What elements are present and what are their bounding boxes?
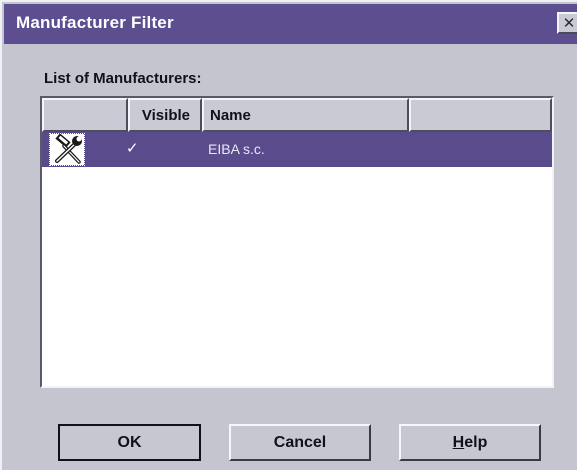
column-header-icon[interactable] [42, 98, 128, 132]
title-bar[interactable]: Manufacturer Filter ✕ [4, 4, 577, 44]
list-item[interactable]: ✓ EIBA s.c. [42, 132, 552, 167]
manufacturers-list[interactable]: Visible Name ✓ EIBA s.c. [40, 96, 554, 388]
cancel-button-label: Cancel [273, 433, 327, 451]
close-button[interactable]: ✕ [557, 12, 577, 34]
close-icon: ✕ [562, 13, 576, 32]
help-button[interactable]: Help [399, 424, 541, 461]
visible-check-icon[interactable]: ✓ [126, 139, 142, 157]
tools-icon [49, 133, 85, 166]
ok-button-label: OK [117, 433, 142, 451]
list-header: Visible Name [42, 98, 552, 132]
help-accelerator: H [452, 433, 465, 451]
tools-icon-graphic [55, 134, 82, 164]
column-header-visible[interactable]: Visible [128, 98, 202, 132]
list-caption: List of Manufacturers: [44, 70, 202, 87]
help-label-rest: elp [464, 433, 488, 451]
manufacturer-filter-dialog: Manufacturer Filter ✕ List of Manufactur… [0, 0, 577, 470]
manufacturer-name: EIBA s.c. [208, 141, 265, 157]
column-header-name[interactable]: Name [202, 98, 409, 132]
ok-button[interactable]: OK [58, 424, 201, 461]
cancel-button[interactable]: Cancel [229, 424, 371, 461]
help-button-label: Help [453, 434, 488, 452]
column-header-empty[interactable] [409, 98, 552, 132]
window-title: Manufacturer Filter [16, 13, 174, 32]
